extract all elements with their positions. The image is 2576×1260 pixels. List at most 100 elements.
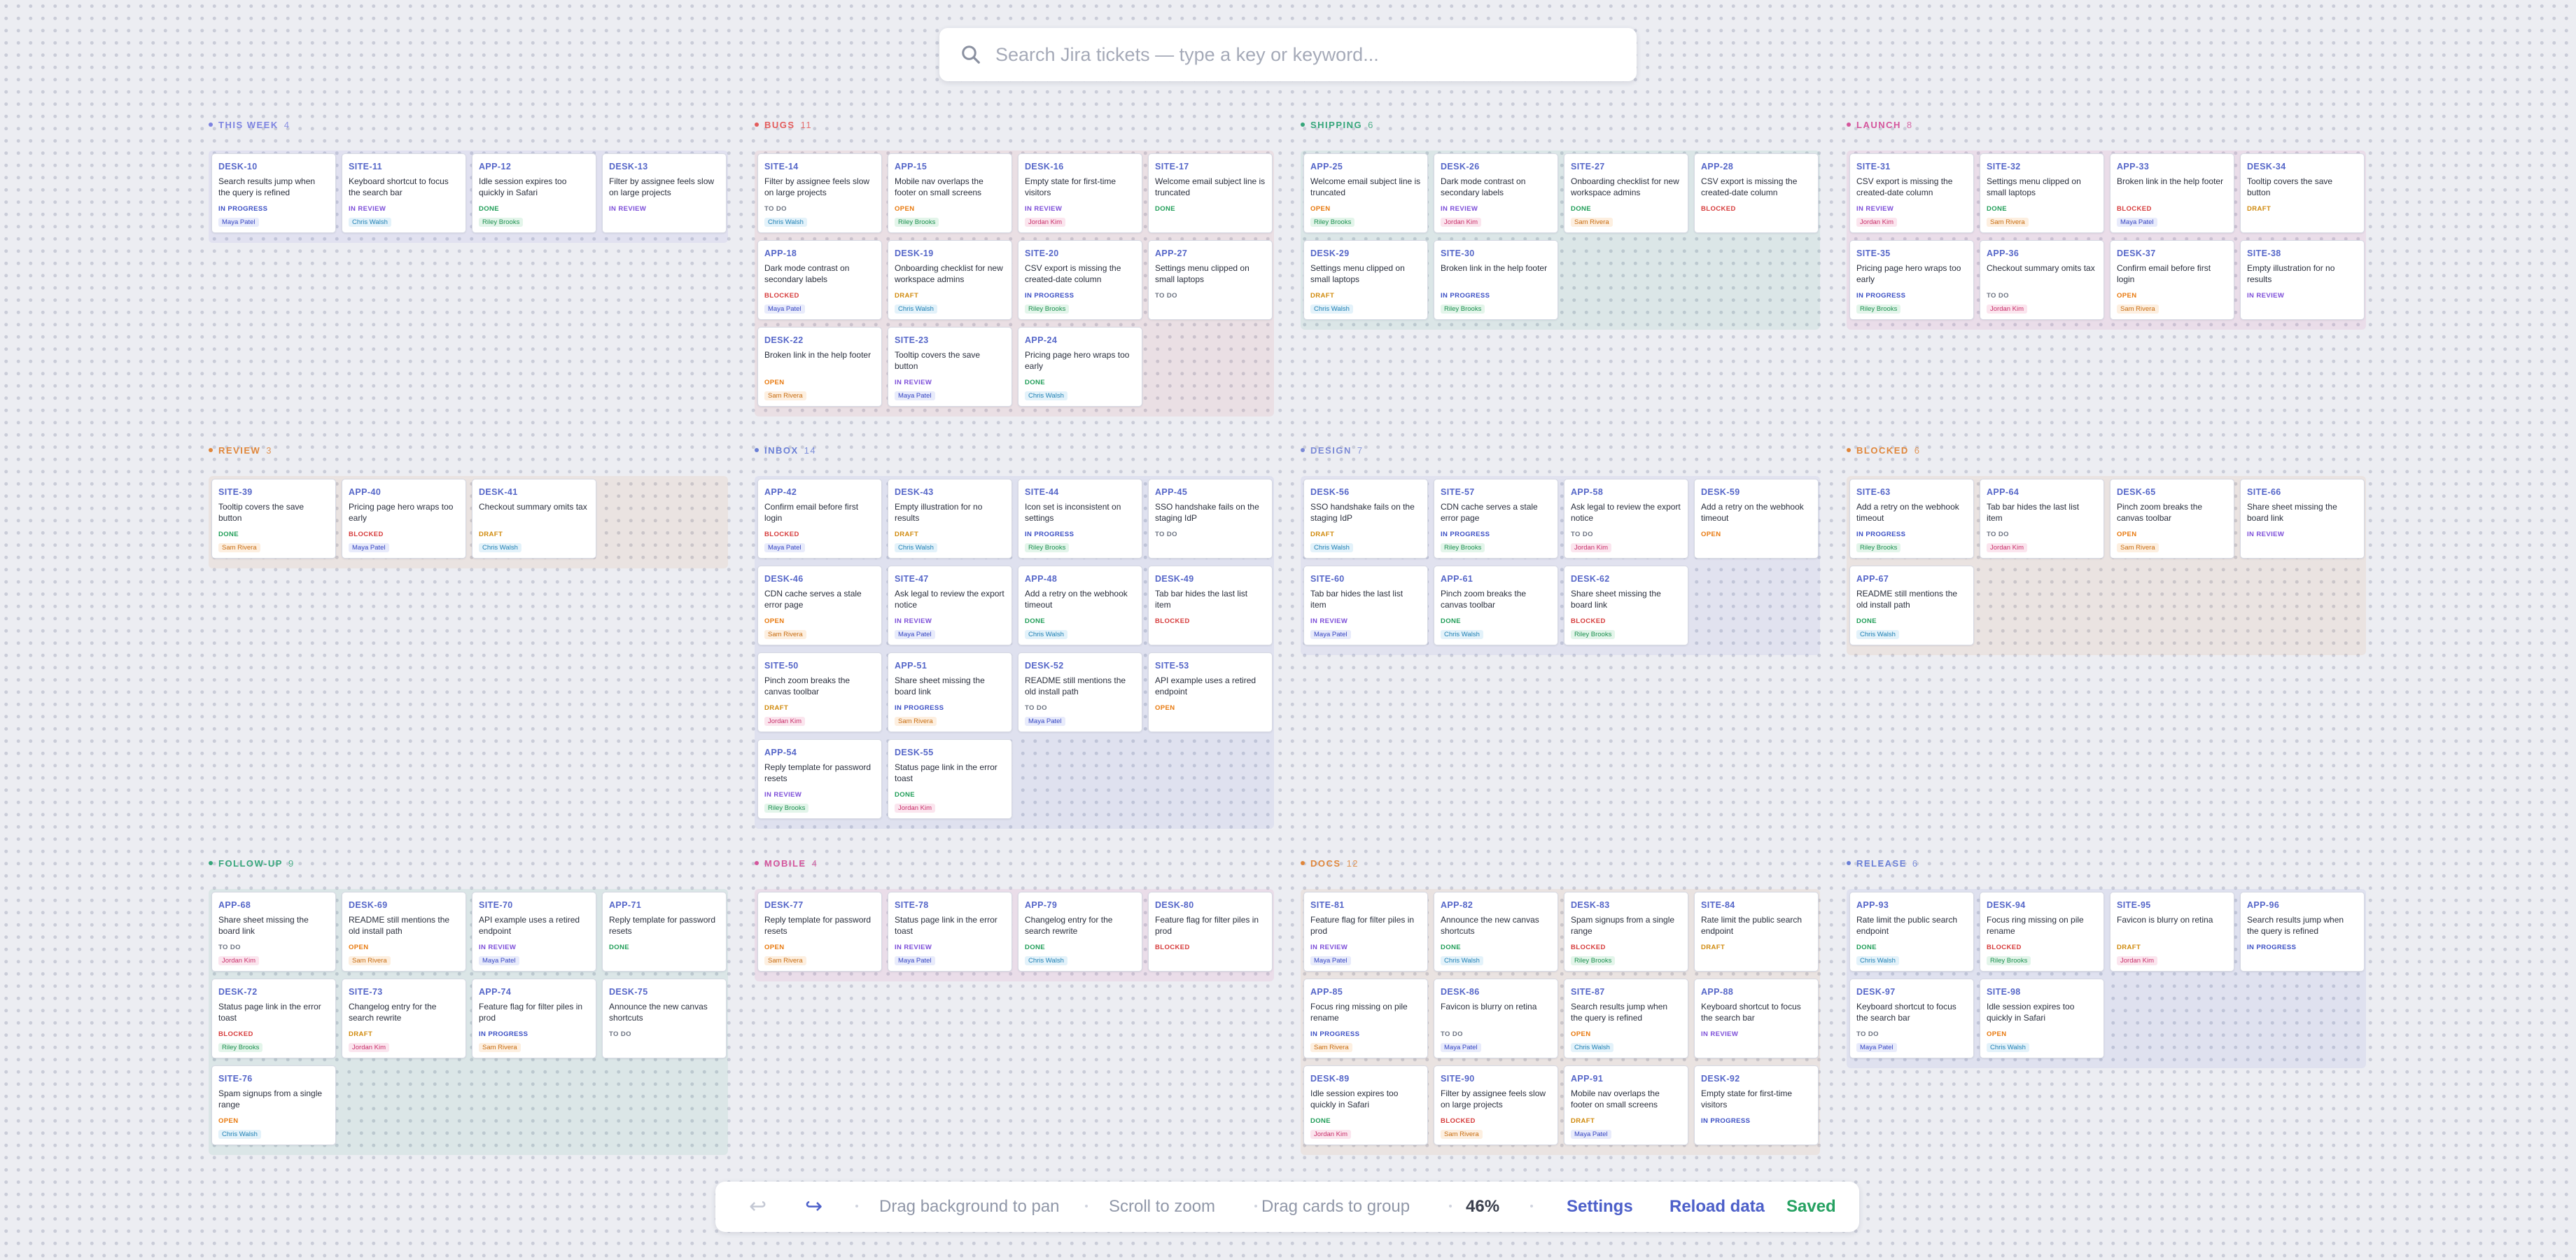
ticket-key[interactable]: DESK-49 bbox=[1155, 573, 1266, 584]
ticket-card[interactable]: DESK-13 Filter by assignee feels slow on … bbox=[602, 153, 727, 233]
ticket-card[interactable]: DESK-29 Settings menu clipped on small la… bbox=[1303, 240, 1428, 320]
ticket-card[interactable]: DESK-59 Add a retry on the webhook timeou… bbox=[1694, 479, 1819, 559]
ticket-card[interactable]: APP-96 Search results jump when the query… bbox=[2240, 892, 2365, 972]
ticket-card[interactable]: DESK-26 Dark mode contrast on secondary l… bbox=[1434, 153, 1558, 233]
ticket-key[interactable]: SITE-44 bbox=[1025, 486, 1135, 498]
group-follow-up[interactable]: FOLLOW-UP 9 APP-68 Share sheet missing the … bbox=[209, 858, 728, 1155]
ticket-key[interactable]: SITE-27 bbox=[1571, 161, 1681, 172]
group-title[interactable]: DOCS 12 bbox=[1301, 858, 1359, 869]
ticket-card[interactable]: APP-18 Dark mode contrast on secondary la… bbox=[757, 240, 882, 320]
ticket-key[interactable]: SITE-20 bbox=[1025, 248, 1135, 259]
ticket-card[interactable]: SITE-78 Status page link in the error toa… bbox=[888, 892, 1012, 972]
ticket-card[interactable]: DESK-72 Status page link in the error toa… bbox=[211, 979, 336, 1058]
ticket-key[interactable]: SITE-95 bbox=[2117, 899, 2227, 911]
ticket-key[interactable]: SITE-57 bbox=[1441, 486, 1551, 498]
ticket-card[interactable]: SITE-38 Empty illustration for no results… bbox=[2240, 240, 2365, 320]
ticket-key[interactable]: DESK-65 bbox=[2117, 486, 2227, 498]
ticket-card[interactable]: APP-68 Share sheet missing the board link… bbox=[211, 892, 336, 972]
search-bar[interactable] bbox=[939, 28, 1637, 81]
ticket-key[interactable]: SITE-23 bbox=[895, 335, 1005, 346]
ticket-key[interactable]: SITE-63 bbox=[1856, 486, 1967, 498]
ticket-key[interactable]: APP-68 bbox=[218, 899, 329, 911]
ticket-key[interactable]: DESK-29 bbox=[1310, 248, 1421, 259]
ticket-card[interactable]: SITE-95 Favicon is blurry on retina DRAFT J… bbox=[2110, 892, 2234, 972]
ticket-card[interactable]: SITE-70 API example uses a retired endpoi… bbox=[472, 892, 596, 972]
ticket-key[interactable]: DESK-83 bbox=[1571, 899, 1681, 911]
ticket-key[interactable]: SITE-73 bbox=[349, 986, 459, 997]
ticket-key[interactable]: SITE-81 bbox=[1310, 899, 1421, 911]
ticket-card[interactable]: APP-15 Mobile nav overlaps the footer on … bbox=[888, 153, 1012, 233]
group-title[interactable]: REVIEW 3 bbox=[209, 445, 272, 456]
ticket-key[interactable]: DESK-69 bbox=[349, 899, 459, 911]
ticket-key[interactable]: APP-28 bbox=[1701, 161, 1812, 172]
group-title[interactable]: BUGS 11 bbox=[755, 120, 812, 130]
ticket-card[interactable]: SITE-98 Idle session expires too quickly … bbox=[1980, 979, 2104, 1058]
ticket-key[interactable]: SITE-84 bbox=[1701, 899, 1812, 911]
ticket-key[interactable]: SITE-90 bbox=[1441, 1073, 1551, 1084]
ticket-key[interactable]: APP-36 bbox=[1987, 248, 2097, 259]
group-mobile[interactable]: MOBILE 4 DESK-77 Reply template for passwor… bbox=[755, 858, 1274, 981]
group-release[interactable]: RELEASE 6 APP-93 Rate limit the public sear… bbox=[1847, 858, 2366, 1068]
ticket-key[interactable]: DESK-59 bbox=[1701, 486, 1812, 498]
ticket-card[interactable]: APP-74 Feature flag for filter piles in p… bbox=[472, 979, 596, 1058]
ticket-card[interactable]: APP-51 Share sheet missing the board link… bbox=[888, 652, 1012, 732]
ticket-card[interactable]: SITE-73 Changelog entry for the search re… bbox=[342, 979, 466, 1058]
ticket-key[interactable]: SITE-17 bbox=[1155, 161, 1266, 172]
ticket-key[interactable]: SITE-47 bbox=[895, 573, 1005, 584]
ticket-card[interactable]: SITE-53 API example uses a retired endpoi… bbox=[1148, 652, 1273, 732]
group-inbox[interactable]: INBOX 14 APP-42 Confirm email before first … bbox=[755, 445, 1274, 829]
ticket-key[interactable]: APP-48 bbox=[1025, 573, 1135, 584]
ticket-key[interactable]: DESK-92 bbox=[1701, 1073, 1812, 1084]
canvas-board[interactable]: THIS WEEK 4 DESK-10 Search results jump whe… bbox=[0, 0, 2576, 1260]
ticket-key[interactable]: SITE-38 bbox=[2247, 248, 2358, 259]
ticket-key[interactable]: SITE-35 bbox=[1856, 248, 1967, 259]
ticket-key[interactable]: DESK-41 bbox=[479, 486, 589, 498]
ticket-card[interactable]: APP-25 Welcome email subject line is trun… bbox=[1303, 153, 1428, 233]
ticket-key[interactable]: DESK-37 bbox=[2117, 248, 2227, 259]
ticket-card[interactable]: APP-85 Focus ring missing on pile rename I… bbox=[1303, 979, 1428, 1058]
ticket-card[interactable]: SITE-84 Rate limit the public search endp… bbox=[1694, 892, 1819, 972]
group-title[interactable]: SHIPPING 6 bbox=[1301, 120, 1374, 130]
ticket-key[interactable]: APP-88 bbox=[1701, 986, 1812, 997]
ticket-card[interactable]: APP-42 Confirm email before first login BL… bbox=[757, 479, 882, 559]
ticket-key[interactable]: DESK-89 bbox=[1310, 1073, 1421, 1084]
ticket-card[interactable]: DESK-16 Empty state for first-time visito… bbox=[1018, 153, 1142, 233]
group-shipping[interactable]: SHIPPING 6 APP-25 Welcome email subject lin… bbox=[1301, 120, 1820, 330]
search-input[interactable] bbox=[994, 43, 1613, 66]
ticket-card[interactable]: SITE-81 Feature flag for filter piles in … bbox=[1303, 892, 1428, 972]
ticket-key[interactable]: APP-91 bbox=[1571, 1073, 1681, 1084]
ticket-card[interactable]: DESK-19 Onboarding checklist for new work… bbox=[888, 240, 1012, 320]
ticket-key[interactable]: DESK-22 bbox=[764, 335, 875, 346]
ticket-card[interactable]: SITE-14 Filter by assignee feels slow on … bbox=[757, 153, 882, 233]
ticket-card[interactable]: APP-61 Pinch zoom breaks the canvas toolb… bbox=[1434, 566, 1558, 645]
ticket-key[interactable]: DESK-26 bbox=[1441, 161, 1551, 172]
ticket-card[interactable]: SITE-32 Settings menu clipped on small la… bbox=[1980, 153, 2104, 233]
ticket-key[interactable]: APP-93 bbox=[1856, 899, 1967, 911]
ticket-card[interactable]: APP-28 CSV export is missing the created-… bbox=[1694, 153, 1819, 233]
ticket-key[interactable]: DESK-77 bbox=[764, 899, 875, 911]
undo-button[interactable]: ↩ bbox=[749, 1182, 766, 1232]
ticket-key[interactable]: APP-25 bbox=[1310, 161, 1421, 172]
ticket-key[interactable]: DESK-62 bbox=[1571, 573, 1681, 584]
group-docs[interactable]: DOCS 12 SITE-81 Feature flag for filter pil… bbox=[1301, 858, 1820, 1155]
reload-data-button[interactable]: Reload data bbox=[1670, 1182, 1765, 1232]
ticket-card[interactable]: DESK-97 Keyboard shortcut to focus the se… bbox=[1849, 979, 1974, 1058]
ticket-card[interactable]: SITE-39 Tooltip covers the save button DON… bbox=[211, 479, 336, 559]
ticket-key[interactable]: APP-40 bbox=[349, 486, 459, 498]
ticket-key[interactable]: APP-15 bbox=[895, 161, 1005, 172]
ticket-card[interactable]: DESK-77 Reply template for password reset… bbox=[757, 892, 882, 972]
ticket-key[interactable]: APP-96 bbox=[2247, 899, 2358, 911]
ticket-key[interactable]: DESK-46 bbox=[764, 573, 875, 584]
ticket-card[interactable]: APP-36 Checkout summary omits tax TO DO Jor… bbox=[1980, 240, 2104, 320]
ticket-card[interactable]: SITE-17 Welcome email subject line is tru… bbox=[1148, 153, 1273, 233]
ticket-card[interactable]: DESK-41 Checkout summary omits tax DRAFT Ch… bbox=[472, 479, 596, 559]
ticket-key[interactable]: APP-33 bbox=[2117, 161, 2227, 172]
ticket-card[interactable]: APP-58 Ask legal to review the export not… bbox=[1564, 479, 1688, 559]
group-title[interactable]: BLOCKED 6 bbox=[1847, 445, 1921, 456]
ticket-card[interactable]: SITE-60 Tab bar hides the last list item I… bbox=[1303, 566, 1428, 645]
settings-button[interactable]: Settings bbox=[1567, 1182, 1633, 1232]
ticket-card[interactable]: SITE-23 Tooltip covers the save button IN … bbox=[888, 327, 1012, 407]
ticket-card[interactable]: SITE-57 CDN cache serves a stale error pa… bbox=[1434, 479, 1558, 559]
ticket-key[interactable]: APP-85 bbox=[1310, 986, 1421, 997]
ticket-card[interactable]: DESK-92 Empty state for first-time visito… bbox=[1694, 1065, 1819, 1145]
